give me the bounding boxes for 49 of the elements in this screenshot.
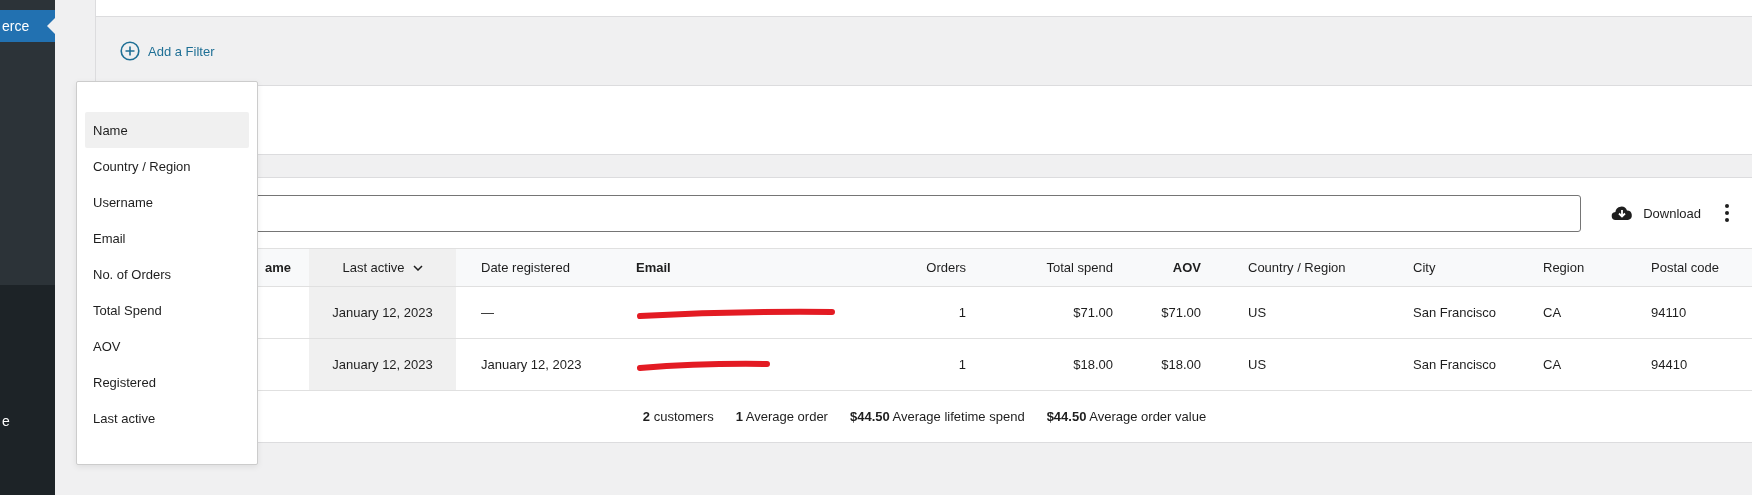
table-cell: San Francisco xyxy=(1413,357,1497,372)
column-header[interactable]: City xyxy=(1396,248,1531,287)
summary-stat: 2 customers xyxy=(642,409,714,424)
sidebar-item[interactable]: erce xyxy=(0,10,55,42)
table-cell: CA xyxy=(1543,357,1562,372)
column-header[interactable]: Total spend xyxy=(981,248,1128,287)
column-header[interactable]: Region xyxy=(1531,248,1639,287)
table-cell: 1 xyxy=(958,305,966,320)
table-cell: January 12, 2023 xyxy=(481,357,582,372)
column-header[interactable]: Date registered xyxy=(456,248,621,287)
menu-item[interactable]: Last active xyxy=(85,400,249,436)
kebab-icon xyxy=(1725,204,1729,222)
menu-item[interactable]: Country / Region xyxy=(85,148,249,184)
table-cell: 1 xyxy=(958,357,966,372)
plus-circle-icon xyxy=(120,41,140,61)
column-header[interactable]: Country / Region xyxy=(1216,248,1396,287)
summary-stat: $44.50 Average lifetime spend xyxy=(849,409,1025,424)
menu-item[interactable]: Email xyxy=(85,220,249,256)
table-cell: 94410 xyxy=(1651,357,1688,372)
cloud-download-icon xyxy=(1611,205,1634,221)
sidebar-item[interactable]: e xyxy=(0,405,55,437)
table-cell: 94110 xyxy=(1651,305,1687,320)
menu-item[interactable]: Total Spend xyxy=(85,292,249,328)
column-header[interactable]: AOV xyxy=(1128,248,1216,287)
table-cell: January 12, 2023 xyxy=(332,305,433,320)
table-cell: $71.00 xyxy=(1073,305,1113,320)
table-cell: $71.00 xyxy=(1161,305,1201,320)
table-cell: San Francisco xyxy=(1413,305,1497,320)
table-cell: $18.00 xyxy=(1161,357,1201,372)
table-cell: CA xyxy=(1543,305,1562,320)
column-header[interactable]: Last active xyxy=(309,248,456,287)
summary-stat: $44.50 Average order value xyxy=(1046,409,1207,424)
table-cell: — xyxy=(481,305,494,320)
column-header[interactable]: Postal code xyxy=(1639,248,1752,287)
summary-stat: 1 Average order xyxy=(735,409,828,424)
menu-item[interactable]: No. of Orders xyxy=(85,256,249,292)
menu-item[interactable]: AOV xyxy=(85,328,249,364)
table-cell: $18.00 xyxy=(1073,357,1113,372)
table-cell: US xyxy=(1248,357,1267,372)
menu-item[interactable]: Registered xyxy=(85,364,249,400)
column-header[interactable]: Email xyxy=(621,248,881,287)
column-header[interactable]: Orders xyxy=(881,248,981,287)
table-cell: January 12, 2023 xyxy=(332,357,433,372)
menu-item[interactable]: Name xyxy=(85,112,249,148)
menu-item[interactable]: Username xyxy=(85,184,249,220)
download-button[interactable]: Download xyxy=(1607,199,1705,227)
table-cell: US xyxy=(1248,305,1267,320)
add-filter-button[interactable]: Add a Filter xyxy=(120,41,215,61)
chevron-down-icon xyxy=(412,264,423,271)
